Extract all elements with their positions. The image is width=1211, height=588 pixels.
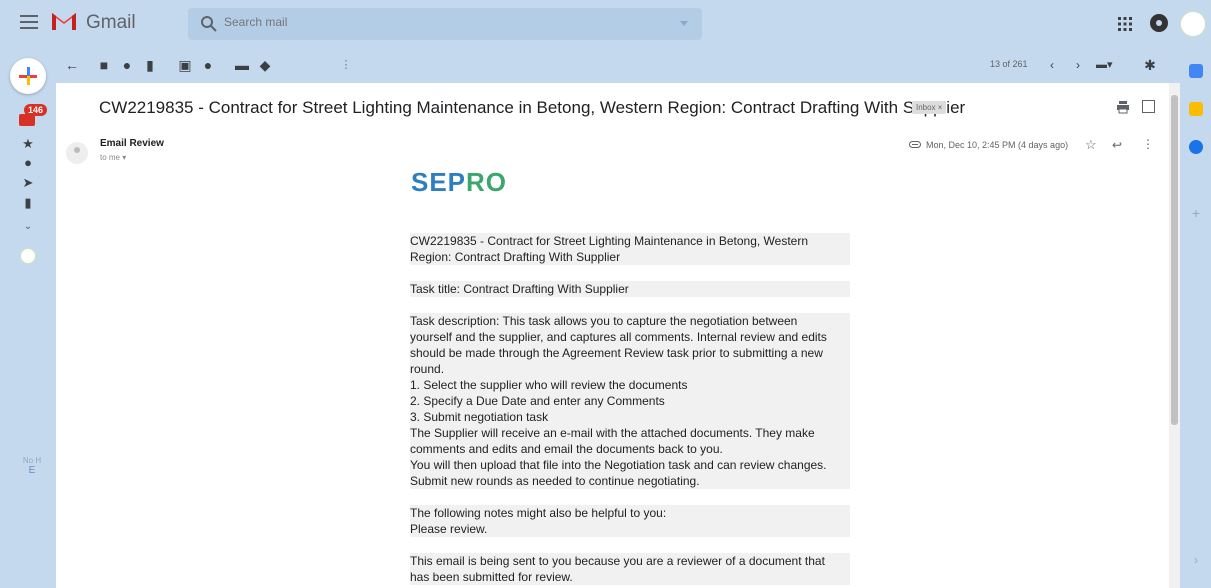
mark-unread-icon[interactable]: ▣ <box>177 57 193 73</box>
input-tools-icon[interactable]: ▬▾ <box>1096 57 1113 73</box>
settings-gear-icon[interactable]: ✱ <box>1142 57 1158 73</box>
print-icon[interactable] <box>1116 100 1130 114</box>
body-paragraph-1: CW2219835 - Contract for Street Lighting… <box>410 233 850 265</box>
move-to-icon[interactable]: ▬ <box>234 57 250 73</box>
search-bar[interactable] <box>188 8 702 40</box>
top-header: Gmail <box>0 0 1211 48</box>
body-paragraph-4: The following notes might also be helpfu… <box>410 505 850 537</box>
hangouts-empty-note: No H E <box>22 456 42 476</box>
older-chevron-icon[interactable]: › <box>1070 57 1086 73</box>
message-scrollbar[interactable] <box>1169 83 1180 588</box>
main-menu-icon[interactable] <box>20 15 38 29</box>
open-new-window-icon[interactable] <box>1142 100 1155 113</box>
inbox-label-chip[interactable]: Inbox × <box>912 101 947 114</box>
archive-icon[interactable]: ■ <box>96 57 112 73</box>
email-body: CW2219835 - Contract for Street Lighting… <box>410 233 850 588</box>
calendar-icon[interactable] <box>1189 64 1203 78</box>
labels-icon[interactable]: ◆ <box>257 57 273 73</box>
body-paragraph-5: This email is being sent to you because … <box>410 553 850 585</box>
sender-name[interactable]: Email Review <box>100 138 164 149</box>
search-icon[interactable] <box>200 15 218 33</box>
snooze-icon[interactable]: ● <box>200 57 216 73</box>
message-toolbar: ← ■ ● ▮ ▣ ● ▬ ◆ ⋮ 13 of 261 ‹ › ▬▾ ✱ <box>56 48 1180 82</box>
message-more-icon[interactable]: ⋮ <box>1142 137 1154 151</box>
app-name: Gmail <box>86 12 136 33</box>
side-panel: + › <box>1180 48 1211 588</box>
hangouts-avatar[interactable] <box>20 248 36 264</box>
pagination-count: 13 of 261 <box>990 59 1028 69</box>
apps-grid-icon[interactable] <box>1117 16 1133 32</box>
delete-icon[interactable]: ▮ <box>142 57 158 73</box>
email-date: Mon, Dec 10, 2:45 PM (4 days ago) <box>926 140 1069 150</box>
get-addons-icon[interactable]: + <box>1189 206 1203 220</box>
body-paragraph-3: Task description: This task allows you t… <box>410 313 850 489</box>
show-side-panel-icon[interactable]: › <box>1189 553 1203 567</box>
sender-avatar <box>66 142 88 164</box>
more-options-icon[interactable]: ⋮ <box>338 57 354 73</box>
more-chevron-icon[interactable]: ⌄ <box>21 220 35 234</box>
gmail-logo-icon[interactable] <box>50 9 78 33</box>
inbox-unread-badge: 146 <box>24 104 48 116</box>
body-paragraph-2: Task title: Contract Drafting With Suppl… <box>410 281 850 297</box>
recipient-details[interactable]: to me ▾ <box>100 153 126 162</box>
snoozed-icon[interactable]: ● <box>21 156 35 170</box>
message-view: CW2219835 - Contract for Street Lighting… <box>56 83 1169 588</box>
search-options-icon[interactable] <box>680 21 688 26</box>
report-spam-icon[interactable]: ● <box>119 57 135 73</box>
compose-button[interactable] <box>10 58 46 94</box>
back-arrow-icon[interactable]: ← <box>64 57 80 73</box>
sepro-logo: SEPRO <box>411 167 508 197</box>
keep-icon[interactable] <box>1189 102 1203 116</box>
drafts-icon[interactable]: ▮ <box>21 196 35 210</box>
attachment-icon <box>909 141 921 148</box>
star-icon[interactable]: ☆ <box>1085 137 1097 153</box>
newer-chevron-icon[interactable]: ‹ <box>1044 57 1060 73</box>
account-avatar[interactable] <box>1180 11 1206 37</box>
email-subject: CW2219835 - Contract for Street Lighting… <box>99 98 966 117</box>
scroll-thumb[interactable] <box>1171 95 1178 425</box>
sent-icon[interactable]: ➤ <box>21 176 35 190</box>
search-input[interactable] <box>224 15 624 29</box>
reply-icon[interactable]: ↩ <box>1112 138 1122 152</box>
notifications-icon[interactable] <box>1150 14 1168 32</box>
tasks-icon[interactable] <box>1189 140 1203 154</box>
starred-icon[interactable]: ★ <box>21 137 35 151</box>
